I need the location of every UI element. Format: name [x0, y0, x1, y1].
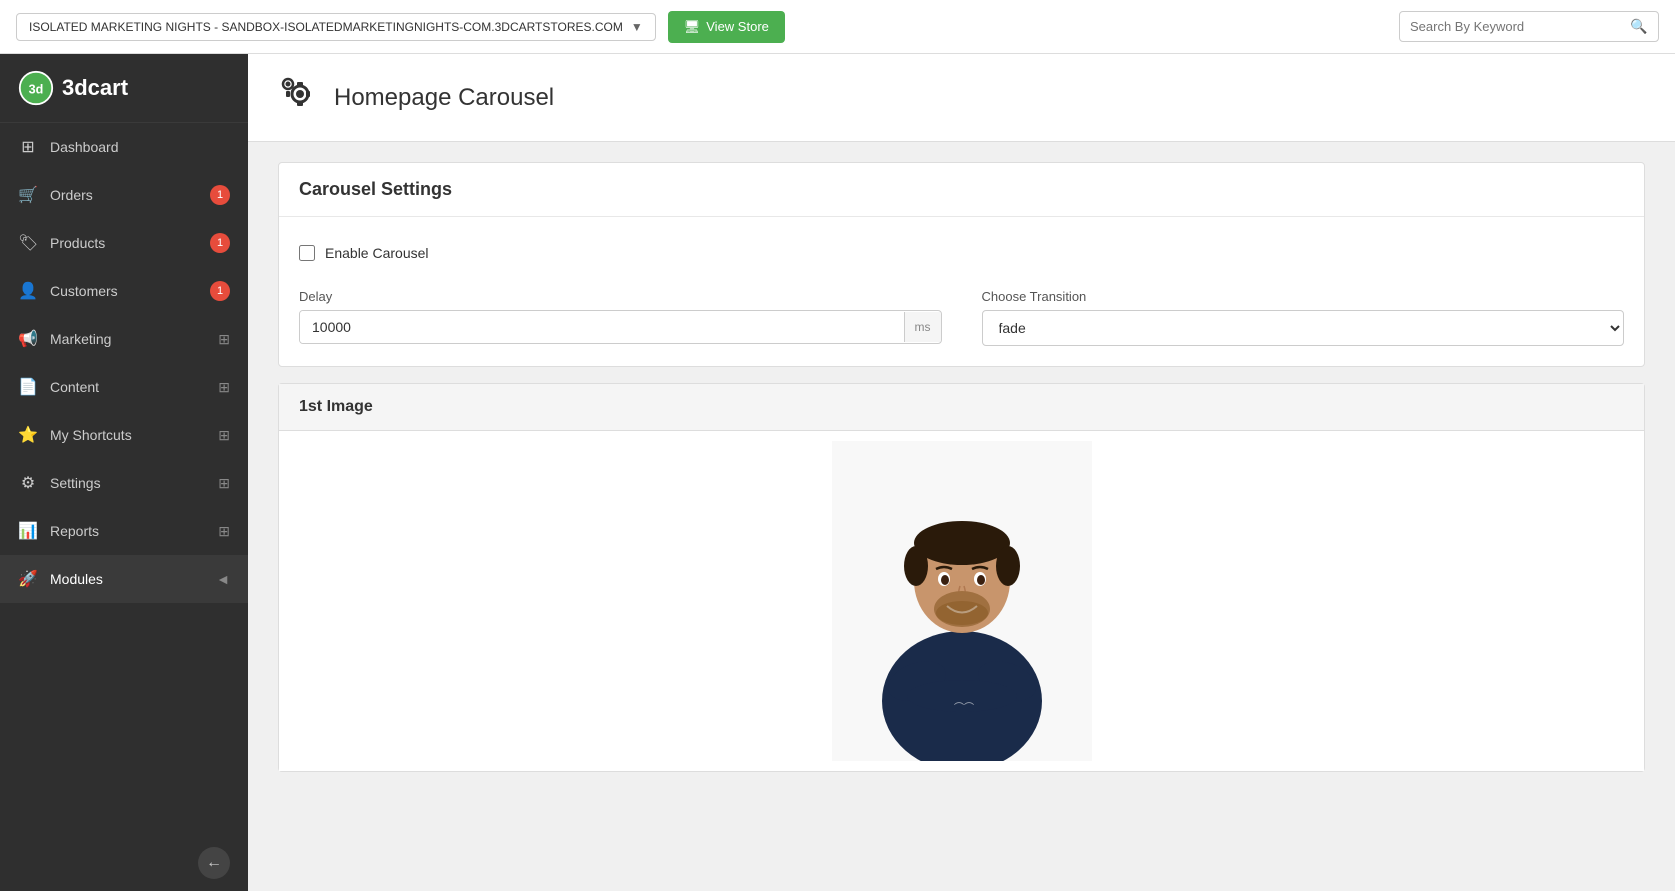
delay-form-group: Delay ms [299, 289, 942, 346]
card-title: Carousel Settings [299, 179, 452, 199]
sidebar-item-products[interactable]: 🏷 Products 1 [0, 219, 248, 267]
enable-carousel-checkbox[interactable] [299, 245, 315, 261]
page-title: Homepage Carousel [334, 84, 554, 112]
sidebar-item-label: Modules [50, 571, 103, 587]
sidebar-item-orders[interactable]: 🛒 Orders 1 [0, 171, 248, 219]
sidebar-item-label: Marketing [50, 331, 111, 347]
content-icon: 📄 [18, 377, 38, 397]
card-body: Enable Carousel Delay ms Choose Tran [279, 217, 1644, 366]
gear-svg-icon [278, 74, 318, 114]
monitor-icon: 🖥 [684, 19, 701, 35]
first-image-header: 1st Image [279, 384, 1644, 431]
products-badge: 1 [210, 233, 230, 253]
enable-carousel-row: Enable Carousel [299, 237, 1624, 281]
delay-input-wrapper: ms [299, 310, 942, 344]
content-expand-icon: ⊞ [218, 379, 230, 396]
sidebar-item-label: Products [50, 235, 105, 251]
svg-text:3d: 3d [29, 82, 44, 96]
content-body: Carousel Settings Enable Carousel Delay [248, 142, 1675, 808]
transition-form-group: Choose Transition fade slide none [982, 289, 1625, 346]
sidebar-item-label: My Shortcuts [50, 427, 132, 443]
orders-badge: 1 [210, 185, 230, 205]
modules-icon: 🚀 [18, 569, 38, 589]
settings-form-row: Delay ms Choose Transition fade slide [299, 289, 1624, 346]
delay-suffix: ms [904, 312, 941, 342]
sidebar-item-label: Content [50, 379, 99, 395]
customers-badge: 1 [210, 281, 230, 301]
reports-icon: 📊 [18, 521, 38, 541]
search-icon: 🔍 [1630, 18, 1647, 35]
settings-expand-icon: ⊞ [218, 475, 230, 492]
sidebar-item-label: Customers [50, 283, 118, 299]
card-header: Carousel Settings [279, 163, 1644, 217]
sidebar-item-reports[interactable]: 📊 Reports ⊞ [0, 507, 248, 555]
topbar: ISOLATED MARKETING NIGHTS - SANDBOX-ISOL… [0, 0, 1675, 54]
view-store-button[interactable]: 🖥 View Store [668, 11, 785, 43]
products-icon: 🏷 [18, 233, 38, 253]
delay-label: Delay [299, 289, 942, 304]
sidebar-item-my-shortcuts[interactable]: ⭐ My Shortcuts ⊞ [0, 411, 248, 459]
sidebar-logo: 3d 3dcart [0, 54, 248, 123]
search-input[interactable] [1410, 19, 1630, 34]
view-store-label: View Store [706, 19, 769, 34]
sidebar-collapse-button[interactable]: ← [198, 847, 230, 879]
sidebar-item-content[interactable]: 📄 Content ⊞ [0, 363, 248, 411]
sidebar-item-settings[interactable]: ⚙ Settings ⊞ [0, 459, 248, 507]
sidebar-item-label: Orders [50, 187, 93, 203]
sidebar-item-label: Settings [50, 475, 101, 491]
page-header: Homepage Carousel [248, 54, 1675, 142]
carousel-settings-card: Carousel Settings Enable Carousel Delay [278, 162, 1645, 367]
store-name: ISOLATED MARKETING NIGHTS - SANDBOX-ISOL… [29, 20, 623, 34]
logo-icon: 3d [18, 70, 54, 106]
modules-expand-icon: ◄ [216, 571, 230, 587]
settings-icon: ⚙ [18, 473, 38, 493]
content-area: Homepage Carousel Carousel Settings Enab… [248, 54, 1675, 891]
orders-icon: 🛒 [18, 185, 38, 205]
enable-carousel-label[interactable]: Enable Carousel [325, 245, 429, 261]
transition-select[interactable]: fade slide none [982, 310, 1625, 346]
delay-input[interactable] [300, 311, 904, 343]
person-image: ⌒⌒ [832, 441, 1092, 761]
svg-text:⌒⌒: ⌒⌒ [954, 702, 974, 714]
sidebar-item-label: Reports [50, 523, 99, 539]
sidebar-item-customers[interactable]: 👤 Customers 1 [0, 267, 248, 315]
transition-label: Choose Transition [982, 289, 1625, 304]
sidebar: 3d 3dcart ⊞ Dashboard 🛒 Orders 1 🏷 Produ… [0, 54, 248, 891]
dashboard-icon: ⊞ [18, 137, 38, 157]
first-image-title: 1st Image [299, 398, 373, 415]
main-layout: 3d 3dcart ⊞ Dashboard 🛒 Orders 1 🏷 Produ… [0, 54, 1675, 891]
page-gear-icon [278, 74, 318, 121]
store-selector-arrow: ▼ [631, 20, 643, 34]
first-image-card: 1st Image [278, 383, 1645, 772]
customers-icon: 👤 [18, 281, 38, 301]
sidebar-item-label: Dashboard [50, 139, 119, 155]
sidebar-item-modules[interactable]: 🚀 Modules ◄ [0, 555, 248, 603]
reports-expand-icon: ⊞ [218, 523, 230, 540]
shortcuts-icon: ⭐ [18, 425, 38, 445]
marketing-icon: 📢 [18, 329, 38, 349]
search-box: 🔍 [1399, 11, 1659, 42]
image-area: ⌒⌒ [279, 431, 1644, 771]
store-selector[interactable]: ISOLATED MARKETING NIGHTS - SANDBOX-ISOL… [16, 13, 656, 41]
marketing-expand-icon: ⊞ [218, 331, 230, 348]
logo-text: 3dcart [62, 75, 128, 101]
shortcuts-expand-icon: ⊞ [218, 427, 230, 444]
sidebar-bottom: ← [0, 835, 248, 891]
sidebar-item-dashboard[interactable]: ⊞ Dashboard [0, 123, 248, 171]
sidebar-item-marketing[interactable]: 📢 Marketing ⊞ [0, 315, 248, 363]
